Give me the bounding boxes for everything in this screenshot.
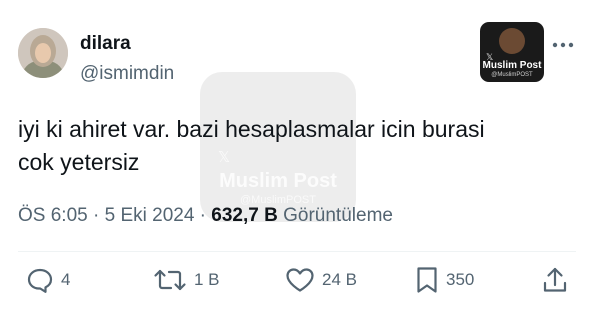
- badge-title: Muslim Post: [482, 60, 542, 71]
- display-name[interactable]: dilara: [80, 33, 131, 55]
- reply-button[interactable]: 4: [26, 265, 70, 295]
- divider: [18, 251, 576, 252]
- badge-subtitle: @MuslimPOST: [491, 72, 533, 78]
- tweet-meta: ÖS 6:05 · 5 Eki 2024 · 632,7 B Görüntüle…: [18, 205, 393, 227]
- share-button[interactable]: [542, 265, 568, 295]
- reply-count: 4: [61, 270, 71, 289]
- view-label: Görüntüleme: [283, 205, 393, 226]
- like-count: 24 B: [322, 270, 357, 289]
- badge-avatar: [499, 28, 525, 54]
- bookmark-count: 350: [446, 270, 475, 289]
- reply-icon: [27, 268, 53, 293]
- repost-count: 1 B: [194, 270, 220, 289]
- tweet-text: iyi ki ahiret var. bazi hesaplasmalar ic…: [18, 116, 485, 175]
- tweet-date[interactable]: 5 Eki 2024: [105, 205, 195, 226]
- repost-button[interactable]: 1 B: [153, 265, 220, 295]
- bookmark-button[interactable]: 350: [415, 265, 474, 295]
- more-icon[interactable]: [552, 38, 574, 52]
- meta-separator: ·: [87, 205, 105, 226]
- view-count: 632,7 B: [211, 205, 278, 226]
- user-handle[interactable]: @ismimdin: [80, 63, 174, 85]
- watermark-badge: 𝕏 Muslim Post @MuslimPOST: [480, 22, 544, 82]
- like-icon: [286, 268, 314, 292]
- meta-separator: ·: [194, 205, 212, 226]
- avatar[interactable]: [18, 28, 68, 78]
- bookmark-icon: [417, 267, 437, 293]
- tweet-time[interactable]: ÖS 6:05: [18, 205, 88, 226]
- share-icon: [543, 267, 567, 292]
- like-button[interactable]: 24 B: [285, 265, 357, 295]
- repost-icon: [154, 269, 186, 291]
